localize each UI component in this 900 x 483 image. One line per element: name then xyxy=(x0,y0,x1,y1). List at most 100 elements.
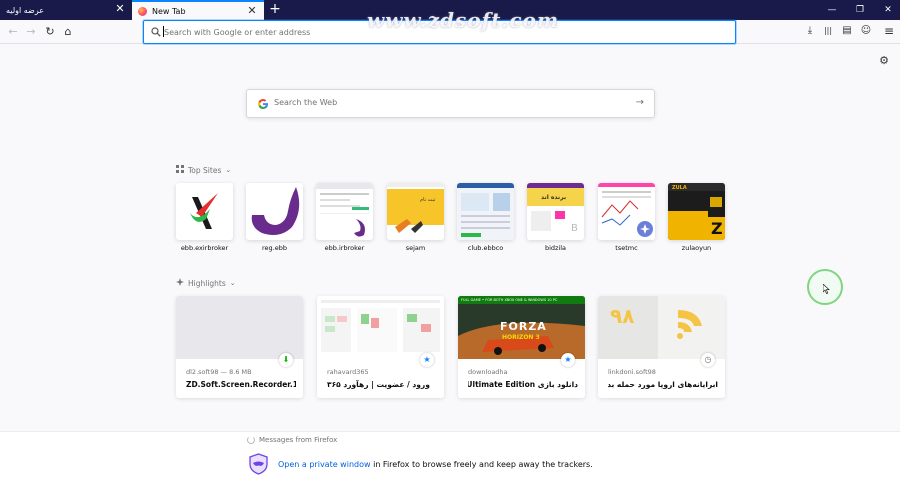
site-label: zulaoyun xyxy=(681,244,712,252)
card-host: dl2.soft98 — 8.6 MB xyxy=(186,368,252,376)
url-bar[interactable] xyxy=(143,20,736,44)
forza-banner-text: FULL GAME • FOR BOTH XBOX ONE & WINDOWS … xyxy=(461,298,558,302)
card-title: ZD.Soft.Screen.Recorder.11.... xyxy=(186,380,296,389)
messages-body: Open a private window in Firefox to brow… xyxy=(278,460,593,469)
card-host: downloadha xyxy=(468,368,508,376)
tsetmc-thumb xyxy=(598,183,655,240)
site-thumbnail: ZULA Z xyxy=(668,183,725,240)
private-mask-icon xyxy=(249,453,268,475)
home-button[interactable]: ⌂ xyxy=(60,24,76,40)
messages-heading: Messages from Firefox xyxy=(247,436,337,444)
top-site-tile[interactable]: club.ebbco xyxy=(457,183,514,252)
top-site-tile[interactable]: tsetmc xyxy=(598,183,655,252)
bookmark-star-icon: ★ xyxy=(420,353,434,367)
new-tab-button[interactable]: + xyxy=(268,1,282,17)
arrow-right-icon[interactable]: → xyxy=(636,97,644,108)
bookmark-star-icon: ★ xyxy=(561,353,575,367)
site-thumbnail xyxy=(176,183,233,240)
card-title: ورود / عضویت | رهآورد ۳۶۵ xyxy=(327,380,430,389)
messages-icon xyxy=(247,436,255,444)
sejam-thumb xyxy=(387,183,444,240)
highlight-card[interactable]: ⬇ dl2.soft98 — 8.6 MB ZD.Soft.Screen.Rec… xyxy=(176,296,303,398)
top-site-tile[interactable]: برنده اند B bidzila xyxy=(527,183,584,252)
mouse-pointer-icon xyxy=(823,284,830,294)
tab-title: New Tab xyxy=(152,6,186,16)
card-title: ابرایانه‌های اروپا مورد حمله بد... xyxy=(608,380,718,389)
tab-title: عرضه اولیه xyxy=(6,5,45,15)
top-site-tile[interactable]: ثبت نام sejam xyxy=(387,183,444,252)
grid-icon xyxy=(176,165,184,175)
zula-logo-text: ZULA xyxy=(672,185,687,191)
close-icon[interactable]: ✕ xyxy=(246,5,258,17)
top-site-tile[interactable]: reg.ebb xyxy=(246,183,303,252)
restore-button[interactable]: ❐ xyxy=(848,0,872,20)
site-thumbnail: ثبت نام xyxy=(387,183,444,240)
ebb-logo xyxy=(251,187,300,235)
menu-icon[interactable]: ≡ xyxy=(882,24,896,38)
site-label: club.ebbco xyxy=(467,244,504,252)
card-host: rahavard365 xyxy=(327,368,369,376)
reload-button[interactable]: ↻ xyxy=(42,24,58,40)
bidzila-banner-text: برنده اند xyxy=(541,194,567,201)
top-sites-heading[interactable]: Top Sites ⌄ xyxy=(176,165,231,175)
highlights-title: Highlights xyxy=(188,278,226,288)
site-label: ebb.irbroker xyxy=(324,244,365,252)
sidebar-icon[interactable]: ▤ xyxy=(840,24,854,38)
top-sites-title: Top Sites xyxy=(188,165,222,175)
web-search-box[interactable]: Search the Web → xyxy=(246,89,655,118)
minimize-button[interactable]: — xyxy=(820,0,844,20)
top-site-tile[interactable]: ZULA Z zulaoyun xyxy=(668,183,725,252)
exir-logo xyxy=(190,193,218,229)
window-close-button[interactable]: ✕ xyxy=(876,0,900,20)
card-host: linkdoni.soft98 xyxy=(608,368,656,376)
back-button[interactable]: ← xyxy=(5,24,21,40)
download-icon: ⬇ xyxy=(279,353,293,367)
sejam-banner-text: ثبت نام xyxy=(420,197,436,203)
tab-inactive[interactable]: عرضه اولیه ✕ xyxy=(0,0,132,20)
site-label: sejam xyxy=(405,244,426,252)
irbroker-thumb xyxy=(316,183,373,237)
tab-new-tab[interactable]: New Tab ✕ xyxy=(132,0,264,20)
site-label: bidzila xyxy=(544,244,567,252)
highlight-card[interactable]: ★ rahavard365 ورود / عضویت | رهآورد ۳۶۵ xyxy=(317,296,444,398)
zula-letter: Z xyxy=(711,219,723,238)
gear-icon[interactable]: ⚙ xyxy=(878,55,890,67)
forza-title-text: FORZA xyxy=(500,320,547,333)
site-thumbnail xyxy=(598,183,655,240)
messages-panel xyxy=(0,431,900,483)
highlight-card[interactable]: FULL GAME • FOR BOTH XBOX ONE & WINDOWS … xyxy=(458,296,585,398)
site-thumbnail xyxy=(457,183,514,240)
chevron-down-icon[interactable]: ⌄ xyxy=(225,166,231,174)
top-site-tile[interactable]: ebb.exirbroker xyxy=(176,183,233,252)
bidzila-letter: B xyxy=(571,223,578,234)
tab-strip: عرضه اولیه ✕ New Tab ✕ + — ❐ ✕ xyxy=(0,0,900,20)
card-thumbnail xyxy=(317,296,444,359)
linkdoni-number: ۹۸ xyxy=(610,304,635,328)
google-icon xyxy=(258,99,269,110)
site-thumbnail xyxy=(316,183,373,240)
library-icon[interactable]: ||| xyxy=(821,24,835,38)
highlights-heading[interactable]: Highlights ⌄ xyxy=(176,278,236,288)
site-label: reg.ebb xyxy=(262,244,287,252)
card-title: دانلود بازی Ultimate Edition xyxy=(468,380,578,389)
search-icon xyxy=(151,27,161,37)
chevron-down-icon[interactable]: ⌄ xyxy=(230,279,236,287)
card-thumbnail xyxy=(176,296,303,359)
open-private-window-link[interactable]: Open a private window xyxy=(278,460,371,469)
url-input[interactable] xyxy=(164,25,724,39)
download-icon[interactable]: ⤓ xyxy=(803,24,817,38)
clock-icon: ◷ xyxy=(701,353,715,367)
site-label: tsetmc xyxy=(615,244,638,252)
web-search-placeholder: Search the Web xyxy=(274,98,338,107)
highlight-card[interactable]: ۹۸ ◷ linkdoni.soft98 ابرایانه‌های اروپا … xyxy=(598,296,725,398)
top-site-tile[interactable]: ebb.irbroker xyxy=(316,183,373,252)
ebbco-thumb xyxy=(457,183,514,240)
messages-title: Messages from Firefox xyxy=(259,436,338,444)
site-thumbnail xyxy=(246,183,303,240)
account-icon[interactable]: ☺ xyxy=(859,24,873,38)
site-thumbnail: برنده اند B xyxy=(527,183,584,240)
forza-subtitle-text: HORIZON 3 xyxy=(502,334,540,341)
close-icon[interactable]: ✕ xyxy=(114,3,126,15)
messages-rest: in Firefox to browse freely and keep awa… xyxy=(370,460,593,469)
forward-button[interactable]: → xyxy=(23,24,39,40)
